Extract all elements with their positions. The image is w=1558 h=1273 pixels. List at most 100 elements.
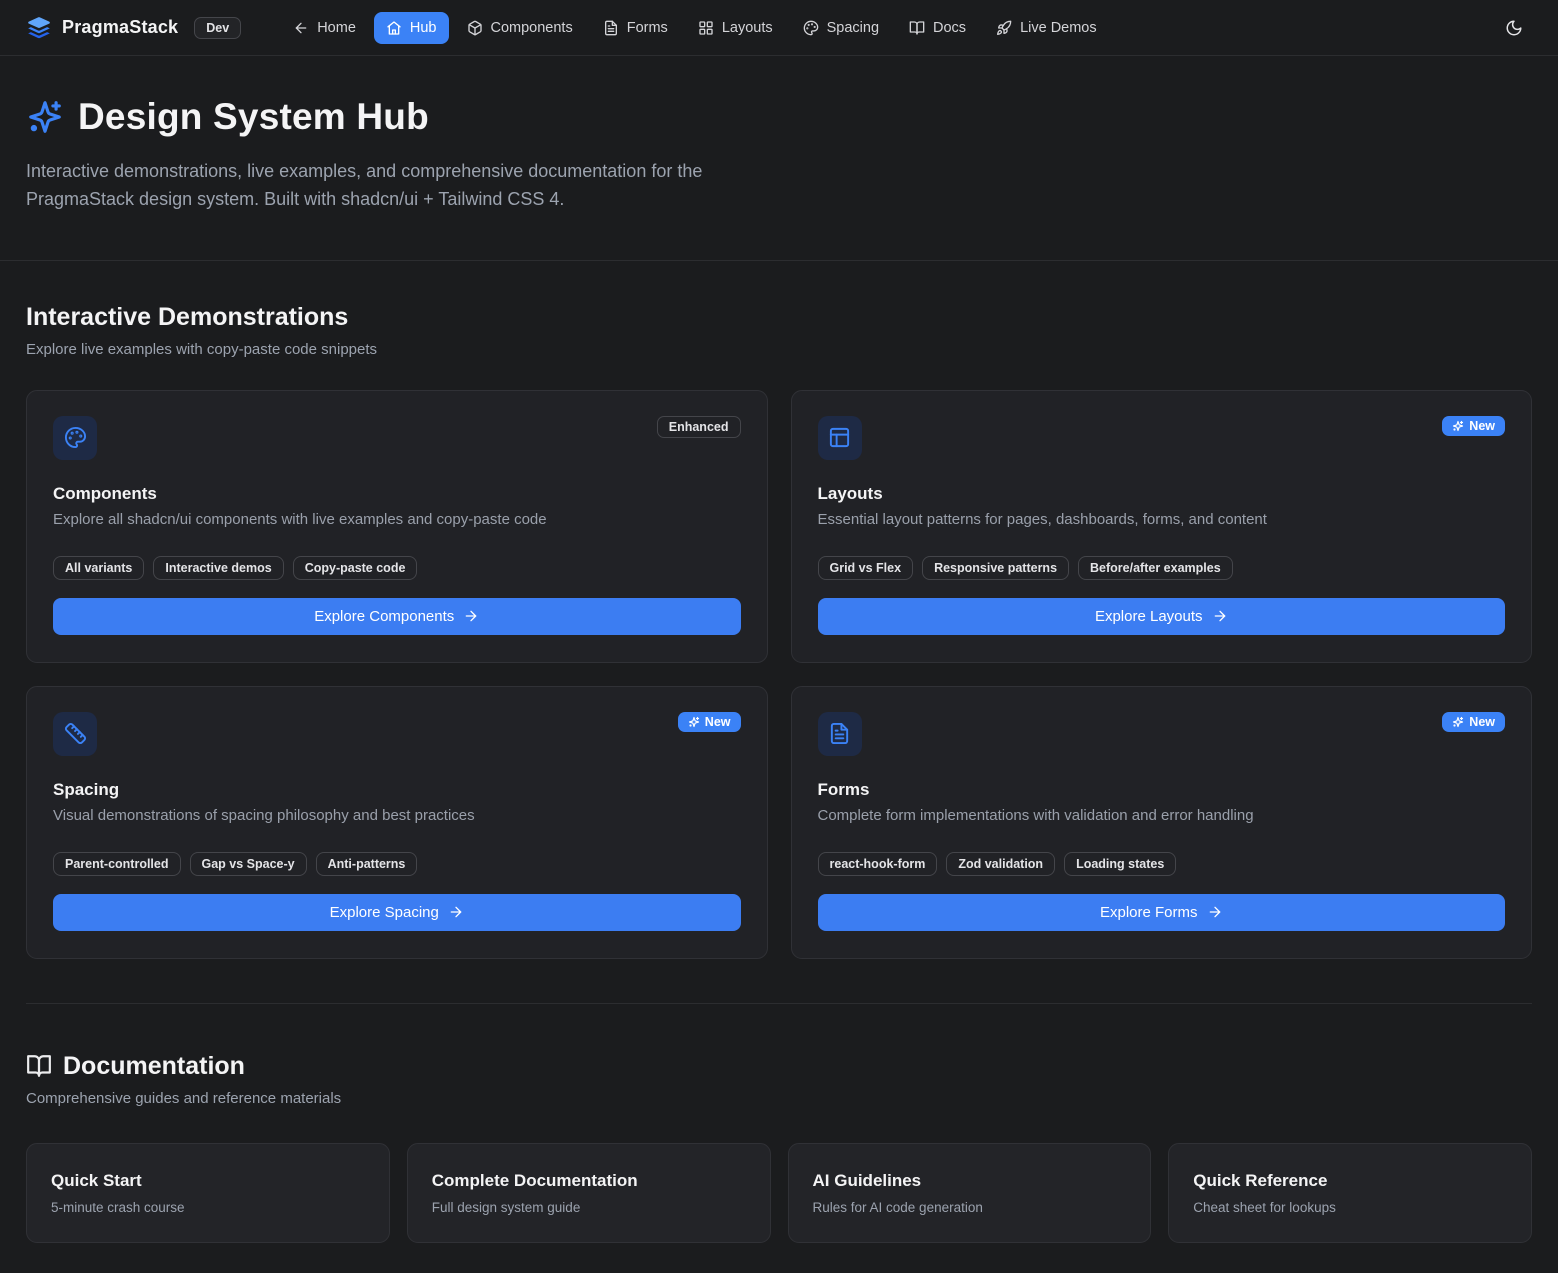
tag: react-hook-form [818, 852, 938, 876]
tag-row: Parent-controlled Gap vs Space-y Anti-pa… [53, 852, 741, 876]
sparkles-icon [1452, 716, 1464, 728]
page-title: Design System Hub [78, 96, 429, 138]
brand[interactable]: PragmaStack Dev [26, 15, 241, 41]
demos-heading: Interactive Demonstrations [26, 303, 1532, 332]
doc-card-title: Quick Start [51, 1171, 365, 1191]
top-nav: PragmaStack Dev Home Hub Components Form… [0, 0, 1558, 56]
demos-subheading: Explore live examples with copy-paste co… [26, 341, 1532, 358]
sparkles-icon [688, 716, 700, 728]
demo-card-forms: New Forms Complete form implementations … [791, 686, 1533, 959]
documentation-subheading: Comprehensive guides and reference mater… [26, 1090, 1532, 1107]
button-label: Explore Components [314, 608, 454, 625]
nav-label: Layouts [722, 20, 773, 36]
panels-top-left-icon [818, 416, 862, 460]
button-label: Explore Layouts [1095, 608, 1203, 625]
card-description: Visual demonstrations of spacing philoso… [53, 807, 741, 824]
nav-label: Hub [410, 20, 437, 36]
doc-card-grid: Quick Start 5-minute crash course Comple… [26, 1143, 1532, 1243]
doc-card-description: 5-minute crash course [51, 1200, 365, 1215]
demo-card-components: Enhanced Components Explore all shadcn/u… [26, 390, 768, 663]
house-icon [386, 20, 402, 36]
brand-title: PragmaStack [62, 17, 178, 38]
tag: All variants [53, 556, 144, 580]
nav-item-home[interactable]: Home [281, 12, 368, 44]
nav-item-hub[interactable]: Hub [374, 12, 449, 44]
book-open-icon [26, 1053, 52, 1079]
doc-card-title: AI Guidelines [813, 1171, 1127, 1191]
explore-layouts-button[interactable]: Explore Layouts [818, 598, 1506, 635]
file-text-icon [603, 20, 619, 36]
layout-grid-icon [698, 20, 714, 36]
doc-card-title: Quick Reference [1193, 1171, 1507, 1191]
card-description: Essential layout patterns for pages, das… [818, 511, 1506, 528]
badge-label: New [705, 715, 731, 729]
ruler-icon [53, 712, 97, 756]
nav-item-components[interactable]: Components [455, 12, 585, 44]
tag: Zod validation [946, 852, 1055, 876]
sparkles-icon [26, 98, 64, 136]
box-icon [467, 20, 483, 36]
doc-card-title: Complete Documentation [432, 1171, 746, 1191]
nav-label: Docs [933, 20, 966, 36]
doc-card-ai-guidelines[interactable]: AI Guidelines Rules for AI code generati… [788, 1143, 1152, 1243]
tag: Anti-patterns [316, 852, 418, 876]
demo-card-spacing: New Spacing Visual demonstrations of spa… [26, 686, 768, 959]
book-open-icon [909, 20, 925, 36]
explore-spacing-button[interactable]: Explore Spacing [53, 894, 741, 931]
doc-card-description: Full design system guide [432, 1200, 746, 1215]
nav-item-forms[interactable]: Forms [591, 12, 680, 44]
theme-toggle-button[interactable] [1496, 10, 1532, 46]
doc-card-quick-reference[interactable]: Quick Reference Cheat sheet for lookups [1168, 1143, 1532, 1243]
doc-card-quick-start[interactable]: Quick Start 5-minute crash course [26, 1143, 390, 1243]
nav-item-live-demos[interactable]: Live Demos [984, 12, 1109, 44]
nav-item-spacing[interactable]: Spacing [791, 12, 891, 44]
card-title: Components [53, 484, 741, 504]
palette-icon [803, 20, 819, 36]
card-title: Layouts [818, 484, 1506, 504]
doc-card-complete-documentation[interactable]: Complete Documentation Full design syste… [407, 1143, 771, 1243]
documentation-heading: Documentation [63, 1052, 245, 1081]
nav-item-docs[interactable]: Docs [897, 12, 978, 44]
arrow-right-icon [463, 608, 479, 624]
tag-row: Grid vs Flex Responsive patterns Before/… [818, 556, 1506, 580]
page: PragmaStack Dev Home Hub Components Form… [0, 0, 1558, 1273]
explore-forms-button[interactable]: Explore Forms [818, 894, 1506, 931]
arrow-right-icon [1212, 608, 1228, 624]
nav-items: Home Hub Components Forms Layouts Spacin… [281, 12, 1108, 44]
card-description: Explore all shadcn/ui components with li… [53, 511, 741, 528]
tag: Before/after examples [1078, 556, 1233, 580]
doc-card-description: Cheat sheet for lookups [1193, 1200, 1507, 1215]
button-label: Explore Spacing [330, 904, 439, 921]
badge-label: New [1469, 715, 1495, 729]
tag: Interactive demos [153, 556, 283, 580]
hero-section: Design System Hub Interactive demonstrat… [0, 56, 1558, 261]
env-badge: Dev [194, 17, 241, 39]
card-title: Spacing [53, 780, 741, 800]
tag: Parent-controlled [53, 852, 181, 876]
file-text-icon [818, 712, 862, 756]
nav-item-layouts[interactable]: Layouts [686, 12, 785, 44]
card-description: Complete form implementations with valid… [818, 807, 1506, 824]
button-label: Explore Forms [1100, 904, 1198, 921]
tag-row: react-hook-form Zod validation Loading s… [818, 852, 1506, 876]
main-content: Interactive Demonstrations Explore live … [0, 261, 1558, 1273]
tag: Responsive patterns [922, 556, 1069, 580]
new-badge: New [678, 712, 741, 732]
demos-section: Interactive Demonstrations Explore live … [26, 261, 1532, 959]
moon-icon [1505, 19, 1523, 37]
card-title: Forms [818, 780, 1506, 800]
rocket-icon [996, 20, 1012, 36]
arrow-right-icon [448, 904, 464, 920]
demo-card-grid: Enhanced Components Explore all shadcn/u… [26, 390, 1532, 959]
tag: Grid vs Flex [818, 556, 914, 580]
new-badge: New [1442, 416, 1505, 436]
arrow-right-icon [1207, 904, 1223, 920]
badge-label: New [1469, 419, 1495, 433]
nav-label: Forms [627, 20, 668, 36]
status-badge: Enhanced [657, 416, 741, 438]
nav-label: Spacing [827, 20, 879, 36]
tag: Gap vs Space-y [190, 852, 307, 876]
new-badge: New [1442, 712, 1505, 732]
explore-components-button[interactable]: Explore Components [53, 598, 741, 635]
demo-card-layouts: New Layouts Essential layout patterns fo… [791, 390, 1533, 663]
